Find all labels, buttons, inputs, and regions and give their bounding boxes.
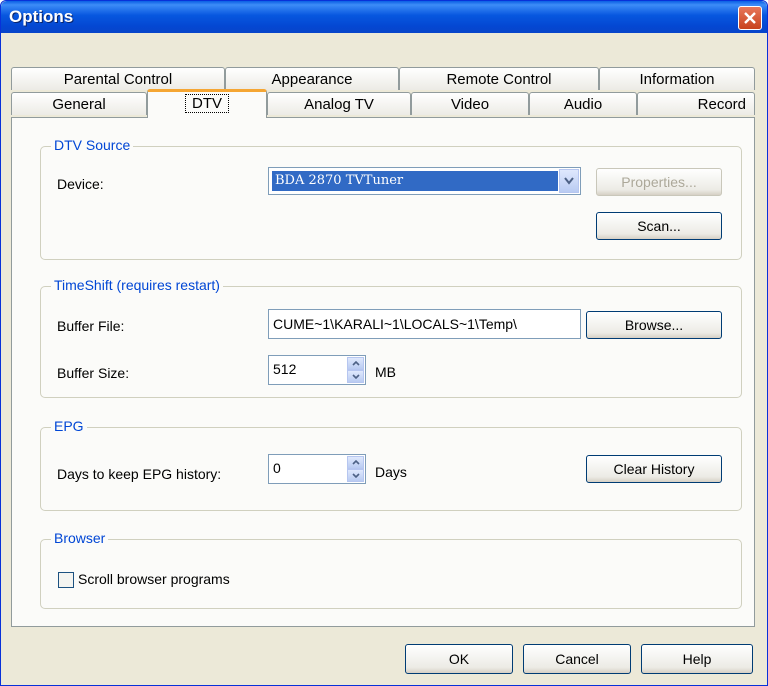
dtv-tab-panel: DTV Source Device: BDA 2870 TVTuner Prop…	[11, 117, 755, 627]
spin-buttons[interactable]	[347, 456, 364, 482]
chevron-down-icon	[564, 177, 574, 185]
spin-buttons[interactable]	[347, 357, 364, 383]
dropdown-button[interactable]	[559, 169, 579, 193]
tab-label: Appearance	[271, 71, 353, 88]
device-label: Device:	[57, 176, 104, 192]
days-keep-spinner[interactable]: 0	[268, 454, 366, 484]
cancel-button[interactable]: Cancel	[523, 644, 631, 674]
window-title: Options	[9, 7, 74, 26]
properties-button[interactable]: Properties...	[596, 168, 722, 196]
tab-label: Audio	[563, 96, 603, 113]
help-button[interactable]: Help	[641, 644, 753, 674]
spin-up-button[interactable]	[347, 456, 364, 469]
tab-analog-tv[interactable]: Analog TV	[267, 92, 411, 115]
spin-up-button[interactable]	[347, 357, 364, 370]
buffer-size-value: 512	[273, 361, 297, 377]
tab-label: Video	[450, 96, 490, 113]
group-title: Browser	[51, 530, 109, 546]
tab-general[interactable]: General	[11, 92, 147, 115]
buffer-size-label: Buffer Size:	[57, 365, 130, 381]
group-title: TimeShift (requires restart)	[51, 277, 223, 293]
tab-label: Record	[697, 96, 746, 113]
group-title: DTV Source	[51, 137, 134, 153]
tab-label: DTV	[185, 94, 229, 113]
spin-down-button[interactable]	[347, 469, 364, 482]
tab-row-back: Parental Control Appearance Remote Contr…	[11, 67, 755, 92]
tab-dtv[interactable]: DTV	[147, 89, 267, 118]
chevron-up-icon	[351, 361, 360, 366]
tab-label: Analog TV	[304, 96, 374, 113]
device-select[interactable]: BDA 2870 TVTuner	[268, 167, 581, 195]
buffer-size-unit: MB	[375, 364, 396, 380]
tab-parental-control[interactable]: Parental Control	[11, 67, 225, 90]
close-button[interactable]	[738, 6, 762, 30]
scroll-browser-label: Scroll browser programs	[78, 571, 230, 587]
tab-label: Parental Control	[63, 71, 173, 88]
close-icon	[744, 12, 756, 24]
chevron-down-icon	[351, 374, 360, 379]
device-selected-value: BDA 2870 TVTuner	[272, 171, 558, 191]
dtv-source-group: DTV Source	[40, 137, 742, 260]
ok-button[interactable]: OK	[405, 644, 513, 674]
group-title: EPG	[51, 418, 87, 434]
tab-audio[interactable]: Audio	[529, 92, 637, 115]
tab-label: General	[52, 96, 106, 113]
chevron-down-icon	[351, 473, 360, 478]
scan-button[interactable]: Scan...	[596, 212, 722, 240]
tab-label: Information	[639, 71, 715, 88]
options-dialog: Options Parental Control Appearance Remo…	[0, 0, 768, 686]
scroll-browser-checkbox[interactable]	[58, 572, 74, 588]
buffer-file-input[interactable]: CUME~1\KARALI~1\LOCALS~1\Temp\	[268, 309, 581, 339]
tab-appearance[interactable]: Appearance	[225, 67, 399, 90]
browse-button[interactable]: Browse...	[586, 311, 722, 339]
days-unit: Days	[375, 464, 407, 480]
tab-video[interactable]: Video	[411, 92, 529, 115]
timeshift-group: TimeShift (requires restart)	[40, 277, 742, 398]
buffer-file-label: Buffer File:	[57, 318, 125, 334]
chevron-up-icon	[351, 460, 360, 465]
buffer-size-spinner[interactable]: 512	[268, 355, 366, 385]
tab-label: Remote Control	[446, 71, 552, 88]
tab-row-front: General DTV Analog TV Video Audio Record	[11, 89, 755, 118]
days-keep-value: 0	[273, 460, 281, 476]
tab-remote-control[interactable]: Remote Control	[399, 67, 599, 90]
buffer-file-value: CUME~1\KARALI~1\LOCALS~1\Temp\	[273, 316, 517, 332]
tab-record[interactable]: Record	[637, 92, 755, 115]
spin-down-button[interactable]	[347, 370, 364, 383]
tab-information[interactable]: Information	[599, 67, 755, 90]
clear-history-button[interactable]: Clear History	[586, 455, 722, 483]
title-bar[interactable]: Options	[1, 1, 767, 33]
days-keep-label: Days to keep EPG history:	[57, 466, 222, 482]
